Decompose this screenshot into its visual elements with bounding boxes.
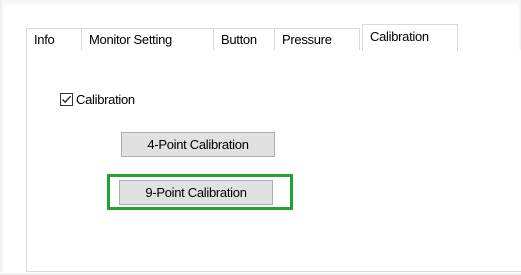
calibration-panel — [26, 50, 521, 272]
tab-pressure-label: Pressure — [282, 32, 332, 47]
tab-button[interactable]: Button — [213, 28, 275, 50]
tab-calibration[interactable]: Calibration — [362, 24, 458, 51]
tab-calibration-label: Calibration — [370, 29, 429, 44]
settings-window: Info Monitor Setting Button Pressure Cal… — [0, 0, 521, 275]
tab-info-label: Info — [34, 32, 55, 47]
check-icon — [62, 95, 72, 103]
calibration-checkbox-label: Calibration — [76, 91, 135, 107]
tab-monitor-setting-label: Monitor Setting — [89, 32, 172, 47]
frame-edge-top — [0, 0, 521, 6]
tab-pressure[interactable]: Pressure — [274, 28, 360, 50]
calibration-checkbox-row[interactable]: Calibration — [60, 90, 135, 108]
tab-button-label: Button — [221, 32, 257, 47]
four-point-calibration-button[interactable]: 4-Point Calibration — [121, 132, 275, 157]
tab-info[interactable]: Info — [26, 28, 82, 50]
tab-strip: Info Monitor Setting Button Pressure Cal… — [26, 24, 521, 51]
frame-edge-left — [0, 0, 4, 275]
nine-point-calibration-button[interactable]: 9-Point Calibration — [119, 180, 273, 205]
tab-monitor-setting[interactable]: Monitor Setting — [81, 28, 214, 50]
calibration-checkbox[interactable] — [60, 92, 73, 106]
